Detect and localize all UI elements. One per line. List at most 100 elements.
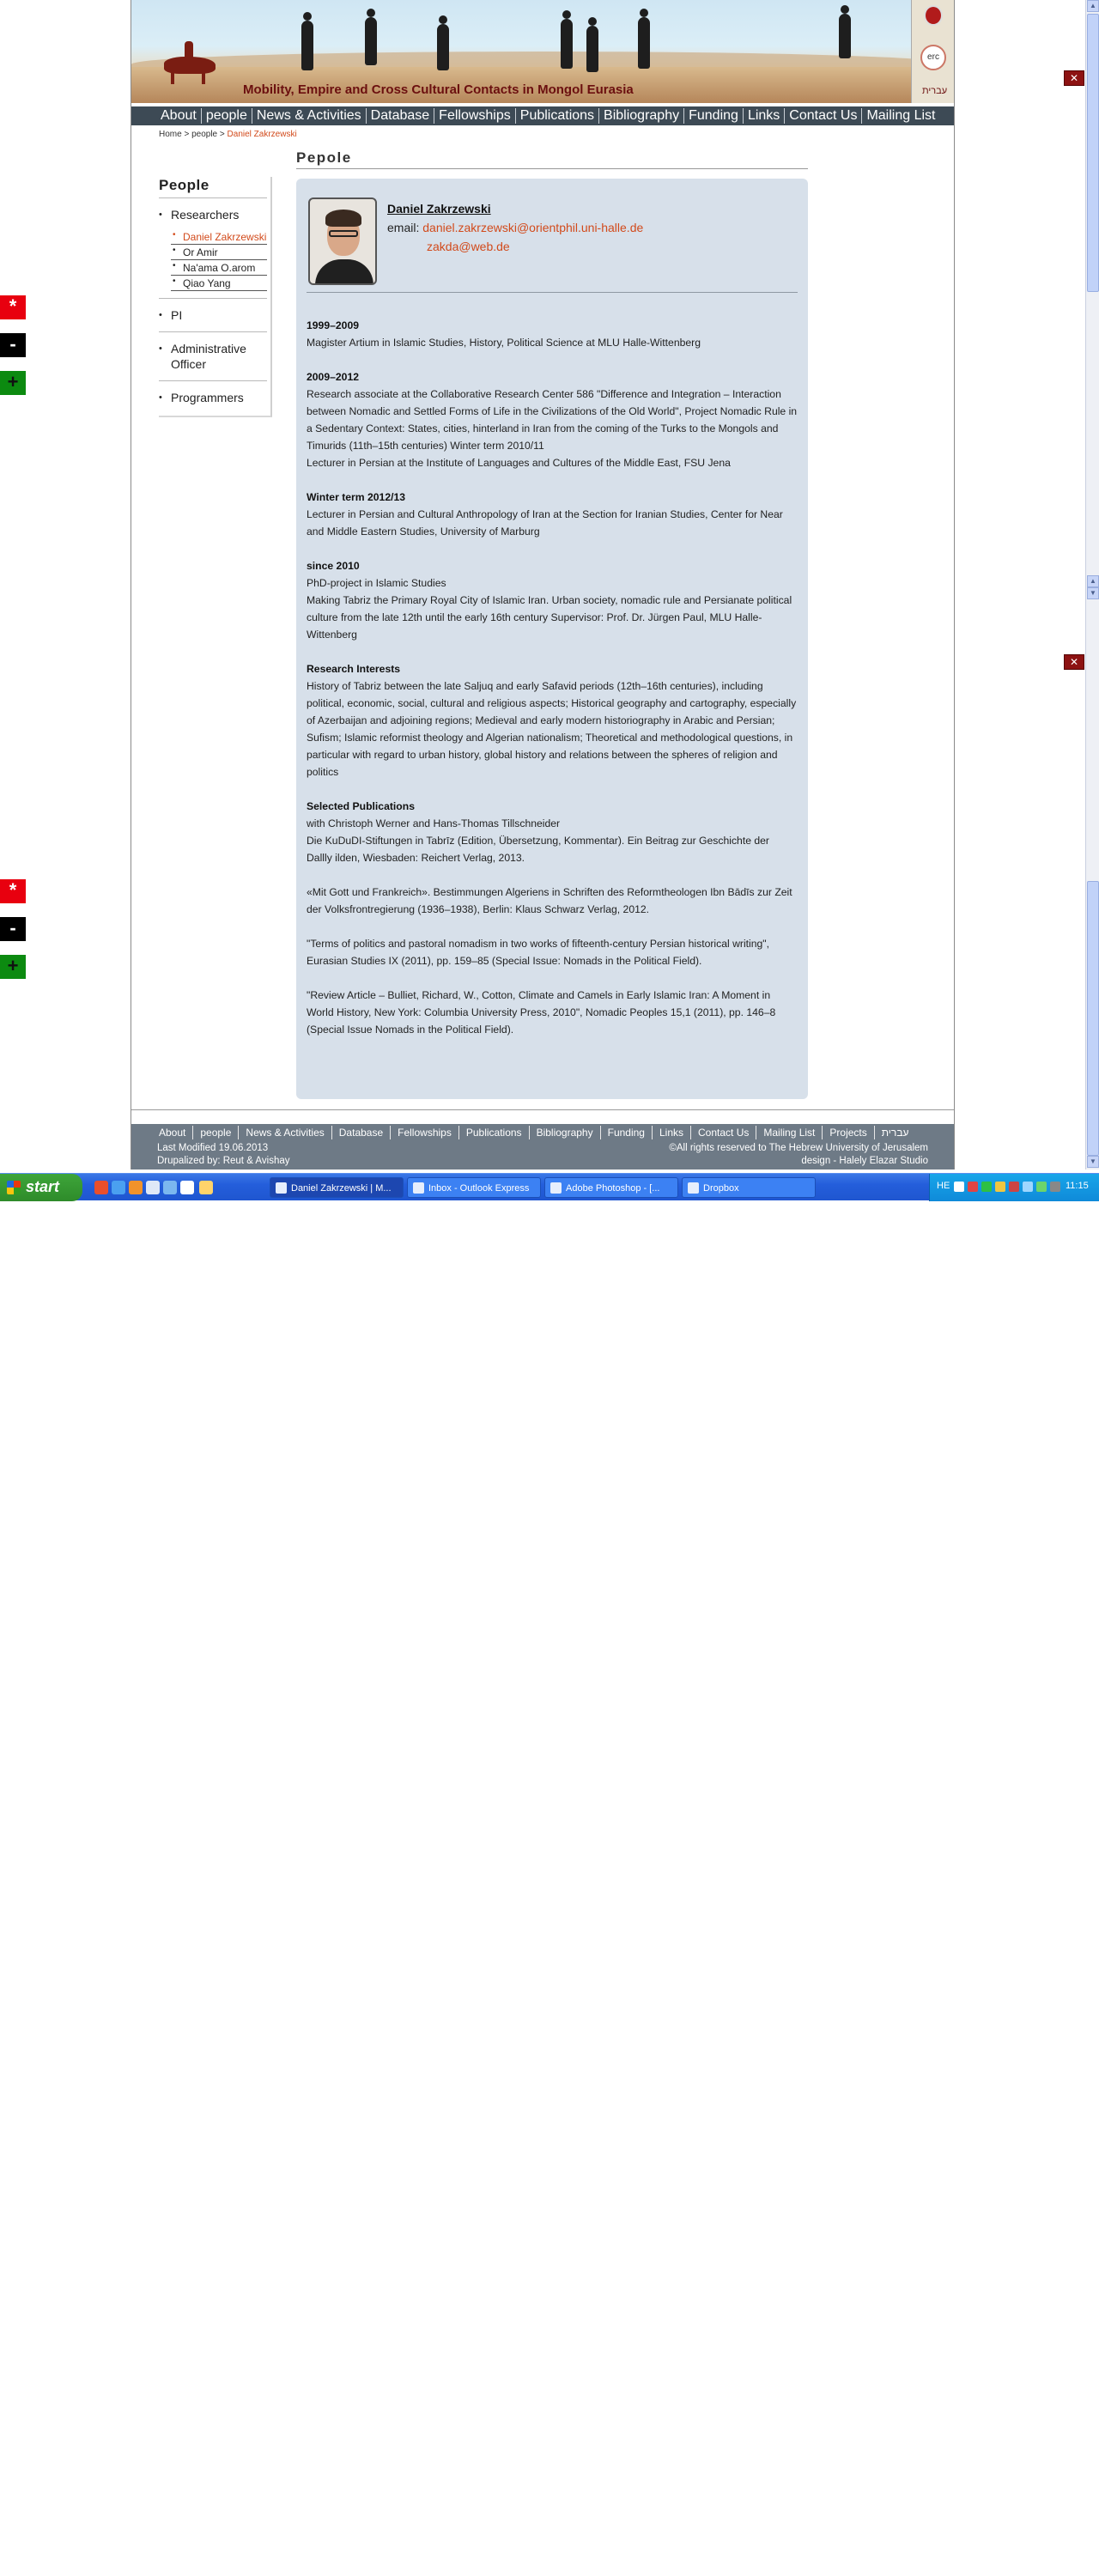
nav-bibliography[interactable]: Bibliography: [599, 108, 685, 124]
footer-link-people[interactable]: people: [193, 1126, 240, 1139]
footer-link-news[interactable]: News & Activities: [239, 1126, 332, 1139]
chrome-icon[interactable]: [94, 1181, 108, 1194]
sidebar-subitem-yang[interactable]: Qiao Yang: [171, 276, 267, 291]
ie-icon[interactable]: [112, 1181, 125, 1194]
footer-link-hebrew[interactable]: עברית: [875, 1126, 916, 1139]
scroll-thumb[interactable]: [1087, 14, 1099, 292]
antivirus-icon[interactable]: [1009, 1182, 1019, 1192]
profile-info: Daniel Zakrzewski email: daniel.zakrzews…: [387, 197, 643, 285]
shield-icon[interactable]: [995, 1182, 1005, 1192]
nav-funding[interactable]: Funding: [684, 108, 744, 124]
sidebar-item-researchers[interactable]: Researchers: [159, 198, 267, 231]
section-text: Lecturer in Persian at the Institute of …: [307, 457, 731, 469]
drupalized-by: Drupalized by: Reut & Avishay: [157, 1156, 290, 1166]
footer-link-projects[interactable]: Projects: [823, 1126, 875, 1139]
security-icon[interactable]: [968, 1182, 978, 1192]
section-heading: Winter term 2012/13: [307, 491, 406, 503]
volume-icon[interactable]: [1023, 1182, 1033, 1192]
nav-links[interactable]: Links: [744, 108, 786, 124]
sidebar-subitem-zakrzewski[interactable]: Daniel Zakrzewski: [171, 229, 267, 245]
sidebar-title: People: [159, 177, 267, 198]
footer-link-funding[interactable]: Funding: [601, 1126, 653, 1139]
site-footer: About people News & Activities Database …: [131, 1124, 954, 1170]
nav-publications[interactable]: Publications: [516, 108, 600, 124]
start-button[interactable]: start: [0, 1174, 82, 1201]
language-indicator[interactable]: HE: [937, 1181, 950, 1191]
nav-database[interactable]: Database: [367, 108, 435, 124]
footer-link-bibliography[interactable]: Bibliography: [530, 1126, 601, 1139]
plus-button[interactable]: +: [0, 371, 26, 395]
section-heading: Research Interests: [307, 663, 401, 675]
sidebar-item-programmers[interactable]: Programmers: [159, 381, 267, 414]
erc-logo[interactable]: erc: [920, 45, 946, 70]
person-name[interactable]: Daniel Zakrzewski: [387, 199, 643, 218]
task-outlook[interactable]: Inbox - Outlook Express: [407, 1177, 541, 1198]
network-icon[interactable]: [981, 1182, 992, 1192]
footer-divider: [131, 1109, 954, 1110]
footer-link-fellowships[interactable]: Fellowships: [391, 1126, 459, 1139]
outlook-icon[interactable]: [163, 1181, 177, 1194]
dropbox-tray-icon[interactable]: [1036, 1182, 1047, 1192]
nav-mailing-list[interactable]: Mailing List: [862, 108, 939, 124]
sidebar-subitem-amir[interactable]: Or Amir: [171, 245, 267, 260]
nav-about[interactable]: About: [159, 108, 202, 124]
breadcrumb-home[interactable]: Home: [159, 130, 182, 139]
breadcrumb-people[interactable]: people: [191, 130, 217, 139]
scroll-mid-arrow-icon[interactable]: ▲: [1087, 575, 1099, 587]
breadcrumb-separator: >: [184, 130, 190, 139]
publication-coauthors: with Christoph Werner and Hans-Thomas Ti…: [307, 817, 561, 829]
star-button-2[interactable]: *: [0, 879, 26, 903]
footer-link-mailing-list[interactable]: Mailing List: [756, 1126, 823, 1139]
scroll-mid-arrow-down-icon[interactable]: ▼: [1087, 587, 1099, 599]
copyright: ©All rights reserved to The Hebrew Unive…: [669, 1143, 928, 1153]
close-icon-2[interactable]: ✕: [1064, 654, 1084, 670]
update-icon[interactable]: [1050, 1182, 1060, 1192]
email-link-secondary[interactable]: zakda@web.de: [387, 237, 643, 256]
sidebar-item-admin[interactable]: Administrative Officer: [159, 332, 267, 381]
task-photoshop[interactable]: Adobe Photoshop - [...: [544, 1177, 678, 1198]
horse-rider-logo: [157, 41, 226, 84]
nav-contact[interactable]: Contact Us: [785, 108, 863, 124]
email-link-primary[interactable]: daniel.zakrzewski@orientphil.uni-halle.d…: [422, 221, 643, 234]
task-dropbox[interactable]: Dropbox: [682, 1177, 816, 1198]
plus-button-2[interactable]: +: [0, 955, 26, 979]
firefox-icon[interactable]: [129, 1181, 143, 1194]
nav-news[interactable]: News & Activities: [252, 108, 367, 124]
close-icon[interactable]: ✕: [1064, 70, 1084, 86]
nav-fellowships[interactable]: Fellowships: [434, 108, 516, 124]
breadcrumb: Home > people > Daniel Zakrzewski: [159, 130, 297, 139]
help-icon[interactable]: [954, 1182, 964, 1192]
hebrew-university-logo[interactable]: [924, 5, 943, 26]
sidebar-item-pi[interactable]: PI: [159, 298, 267, 332]
task-browser[interactable]: Daniel Zakrzewski | M...: [270, 1177, 404, 1198]
footer-link-links[interactable]: Links: [653, 1126, 691, 1139]
scroll-down-arrow-icon[interactable]: ▼: [1087, 1156, 1099, 1168]
profile-content: Daniel Zakrzewski email: daniel.zakrzews…: [296, 179, 808, 1099]
section-text: Research associate at the Collaborative …: [307, 388, 798, 452]
desktop-icon[interactable]: [146, 1181, 160, 1194]
publication-item: "Review Article – Bulliet, Richard, W., …: [307, 989, 776, 1036]
vertical-scrollbar[interactable]: ▲ ▲ ▼ ▼: [1085, 0, 1099, 1170]
cv-section: Winter term 2012/13 Lecturer in Persian …: [307, 489, 798, 540]
star-button[interactable]: *: [0, 295, 26, 319]
footer-link-publications[interactable]: Publications: [459, 1126, 530, 1139]
clock: 11:15: [1066, 1181, 1089, 1191]
footer-link-database[interactable]: Database: [332, 1126, 392, 1139]
section-text: PhD-project in Islamic Studies: [307, 577, 446, 589]
section-heading: Selected Publications: [307, 800, 415, 812]
minus-button-2[interactable]: -: [0, 917, 26, 941]
hebrew-language-link[interactable]: עברית: [922, 86, 947, 96]
scroll-up-arrow-icon[interactable]: ▲: [1087, 0, 1099, 12]
sidebar-subitem-orom[interactable]: Na'ama O.arom: [171, 260, 267, 276]
scroll-thumb-2[interactable]: [1087, 881, 1099, 1156]
walker-figure: [301, 12, 313, 70]
publication-item: «Mit Gott und Frankreich». Bestimmungen …: [307, 886, 792, 915]
nav-people[interactable]: people: [202, 108, 252, 124]
folder-icon[interactable]: [199, 1181, 213, 1194]
footer-link-about[interactable]: About: [152, 1126, 194, 1139]
app-icon[interactable]: [180, 1181, 194, 1194]
cv-section: 1999–2009 Magister Artium in Islamic Stu…: [307, 317, 798, 351]
sidebar: People Researchers Daniel Zakrzewski Or …: [159, 177, 272, 417]
minus-button[interactable]: -: [0, 333, 26, 357]
footer-link-contact[interactable]: Contact Us: [691, 1126, 757, 1139]
